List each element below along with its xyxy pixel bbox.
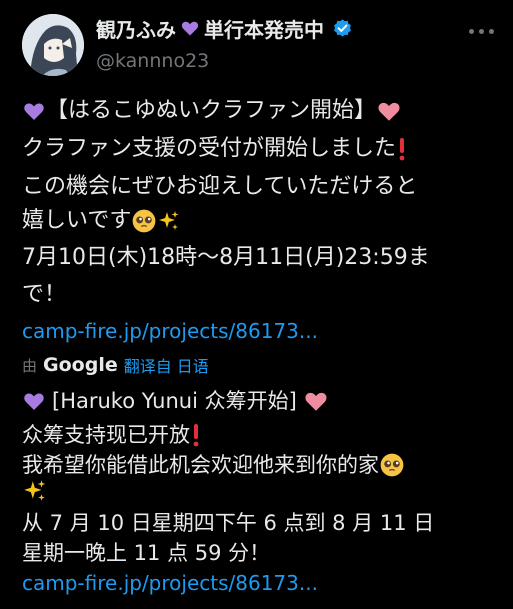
pink-heart-icon	[378, 102, 400, 121]
tweet-line-2: クラファン支援の受付が開始しました	[22, 134, 408, 164]
tweet-link[interactable]: camp-fire.jp/projects/86173...	[22, 316, 318, 346]
translated-link[interactable]: camp-fire.jp/projects/86173...	[22, 568, 318, 598]
translation-source-language[interactable]: 翻译自 日语	[124, 353, 209, 377]
translated-line-3: 我希望你能借此机会欢迎他来到你的家	[22, 450, 405, 480]
sparkles-icon	[159, 211, 179, 230]
author-handle[interactable]: @kannno23	[96, 50, 209, 72]
tweet-line-3: この機会にぜひお迎えしていただけると	[22, 174, 418, 199]
tweet-line-5: 7月10日(木)18時〜8月11日(月)23:59ま	[22, 245, 430, 270]
tweet-line-1: 【はるこゆぬいクラファン開始】	[22, 96, 402, 126]
purple-heart-icon	[24, 393, 44, 410]
translated-line-2: 众筹支持现已开放	[22, 420, 202, 450]
translated-line-4: 从 7 月 10 日星期四下午 6 点到 8 月 11 日	[22, 511, 435, 535]
author-status: 単行本発売中	[204, 17, 324, 42]
translation-attribution: 由 Google 翻译自 日语	[22, 353, 209, 377]
tweet-line-6: で！	[22, 282, 67, 307]
verified-badge-icon	[334, 18, 351, 37]
purple-heart-icon	[181, 21, 199, 36]
translated-line-3-sparkles	[22, 478, 48, 504]
pink-heart-icon	[305, 392, 327, 411]
pleading-face-icon	[380, 453, 404, 477]
google-logo: Google	[43, 354, 118, 376]
pleading-face-icon	[132, 209, 156, 233]
exclamation-icon	[399, 138, 405, 161]
author-name-row[interactable]: 観乃ふみ 単行本発売中	[96, 14, 353, 43]
author-name[interactable]: 観乃ふみ	[96, 14, 176, 43]
exclamation-icon	[193, 424, 199, 447]
more-options-icon[interactable]	[469, 26, 495, 36]
translated-line-5: 星期一晚上 11 点 59 分！	[22, 541, 271, 565]
purple-heart-icon	[24, 103, 44, 120]
translated-line-1: [Haruko Yunui 众筹开始]	[22, 386, 329, 416]
avatar[interactable]	[22, 14, 84, 76]
sparkles-icon	[24, 480, 46, 501]
tweet-line-4: 嬉しいです	[22, 206, 181, 236]
